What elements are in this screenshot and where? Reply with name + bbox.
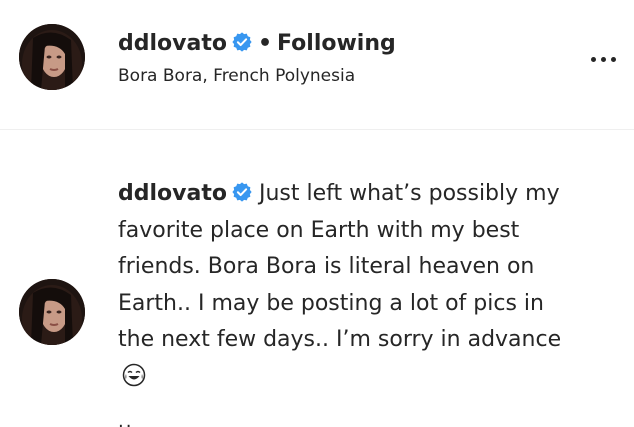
divider (0, 129, 634, 130)
caption-username-link[interactable]: ddlovato (118, 181, 227, 206)
profile-photo (19, 279, 85, 345)
profile-photo (19, 24, 85, 90)
separator-dot: • (257, 31, 273, 56)
truncated-more-indicator: ·· (118, 416, 134, 427)
verified-badge-icon (231, 181, 253, 203)
caption-text: Just left what’s possibly my favorite pl… (118, 181, 562, 352)
post-caption: ddlovato Just left what’s possibly my fav… (118, 176, 578, 395)
following-button[interactable]: Following (277, 31, 396, 56)
more-options-icon[interactable] (583, 45, 623, 73)
tears-of-joy-emoji-icon (122, 363, 146, 387)
username-link[interactable]: ddlovato (118, 31, 227, 56)
verified-badge-icon (231, 31, 253, 53)
post-header: ddlovato • Following (118, 28, 396, 60)
location-link[interactable]: Bora Bora, French Polynesia (118, 64, 355, 88)
avatar[interactable] (19, 24, 85, 90)
instagram-post: ddlovato • Following Bora Bora, French Pol… (0, 0, 634, 427)
caption-avatar[interactable] (19, 279, 85, 345)
